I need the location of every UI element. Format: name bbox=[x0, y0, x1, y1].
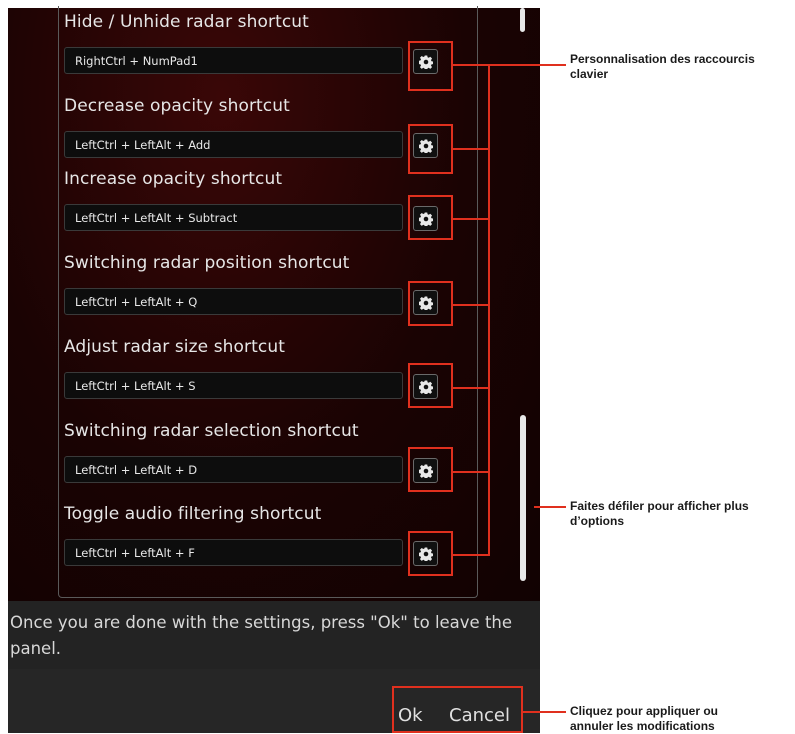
annotation-line: Personnalisation des raccourcis bbox=[570, 52, 755, 66]
shortcut-field[interactable]: LeftCtrl + LeftAlt + S bbox=[64, 372, 403, 399]
connector-line bbox=[523, 711, 566, 713]
annotation-line: annuler les modifications bbox=[570, 719, 715, 733]
shortcut-label: Hide / Unhide radar shortcut bbox=[64, 12, 309, 32]
instruction-line-1: Once you are done with the settings, pre… bbox=[10, 613, 513, 632]
highlight-box bbox=[408, 363, 453, 408]
shortcut-label: Switching radar position shortcut bbox=[64, 253, 350, 273]
shortcut-adjust-radar-size: Adjust radar size shortcut LeftCtrl + Le… bbox=[64, 337, 464, 399]
shortcut-field[interactable]: RightCtrl + NumPad1 bbox=[64, 47, 403, 74]
shortcut-label: Decrease opacity shortcut bbox=[64, 96, 290, 116]
connector-line bbox=[453, 387, 489, 389]
connector-bracket bbox=[488, 64, 490, 556]
highlight-box bbox=[408, 195, 453, 240]
shortcut-field[interactable]: LeftCtrl + LeftAlt + Subtract bbox=[64, 204, 403, 231]
connector-line bbox=[453, 471, 489, 473]
shortcut-field[interactable]: LeftCtrl + LeftAlt + D bbox=[64, 456, 403, 483]
instruction-line-2: panel. bbox=[10, 639, 62, 658]
highlight-box-buttons bbox=[392, 686, 523, 733]
scrollbar-top-indicator[interactable] bbox=[520, 8, 525, 32]
annotation-line: Cliquez pour appliquer ou bbox=[570, 704, 718, 718]
shortcut-field[interactable]: LeftCtrl + LeftAlt + Add bbox=[64, 131, 403, 158]
highlight-box bbox=[408, 447, 453, 492]
connector-line bbox=[488, 64, 566, 66]
annotation-line: Faites défiler pour afficher plus bbox=[570, 499, 749, 513]
shortcut-hide-unhide-radar: Hide / Unhide radar shortcut RightCtrl +… bbox=[64, 12, 464, 74]
shortcut-field[interactable]: LeftCtrl + LeftAlt + Q bbox=[64, 288, 403, 315]
annotation-customize-shortcuts: Personnalisation des raccourcis clavier bbox=[570, 52, 755, 82]
shortcut-switch-radar-position: Switching radar position shortcut LeftCt… bbox=[64, 253, 464, 315]
highlight-box bbox=[408, 281, 453, 326]
connector-line bbox=[453, 218, 489, 220]
connector-line bbox=[534, 506, 566, 508]
shortcut-decrease-opacity: Decrease opacity shortcut LeftCtrl + Lef… bbox=[64, 96, 464, 158]
annotation-line: d’options bbox=[570, 514, 624, 528]
connector-line bbox=[453, 304, 489, 306]
connector-line bbox=[453, 64, 489, 66]
shortcut-increase-opacity: Increase opacity shortcut LeftCtrl + Lef… bbox=[64, 169, 464, 231]
connector-line bbox=[453, 148, 489, 150]
shortcut-label: Switching radar selection shortcut bbox=[64, 421, 359, 441]
scrollbar-thumb[interactable] bbox=[520, 415, 526, 581]
shortcut-label: Adjust radar size shortcut bbox=[64, 337, 285, 357]
annotation-line: clavier bbox=[570, 67, 609, 81]
shortcut-switch-radar-selection: Switching radar selection shortcut LeftC… bbox=[64, 421, 464, 483]
annotation-scroll-more: Faites défiler pour afficher plus d’opti… bbox=[570, 499, 749, 529]
connector-line bbox=[453, 554, 489, 556]
instruction-message: Once you are done with the settings, pre… bbox=[8, 601, 540, 669]
highlight-box bbox=[408, 41, 453, 91]
shortcut-toggle-audio-filtering: Toggle audio filtering shortcut LeftCtrl… bbox=[64, 504, 464, 566]
shortcut-field[interactable]: LeftCtrl + LeftAlt + F bbox=[64, 539, 403, 566]
shortcut-label: Increase opacity shortcut bbox=[64, 169, 283, 189]
highlight-box bbox=[408, 531, 453, 576]
shortcut-label: Toggle audio filtering shortcut bbox=[64, 504, 322, 524]
annotation-apply-cancel: Cliquez pour appliquer ou annuler les mo… bbox=[570, 704, 718, 734]
highlight-box bbox=[408, 124, 453, 174]
